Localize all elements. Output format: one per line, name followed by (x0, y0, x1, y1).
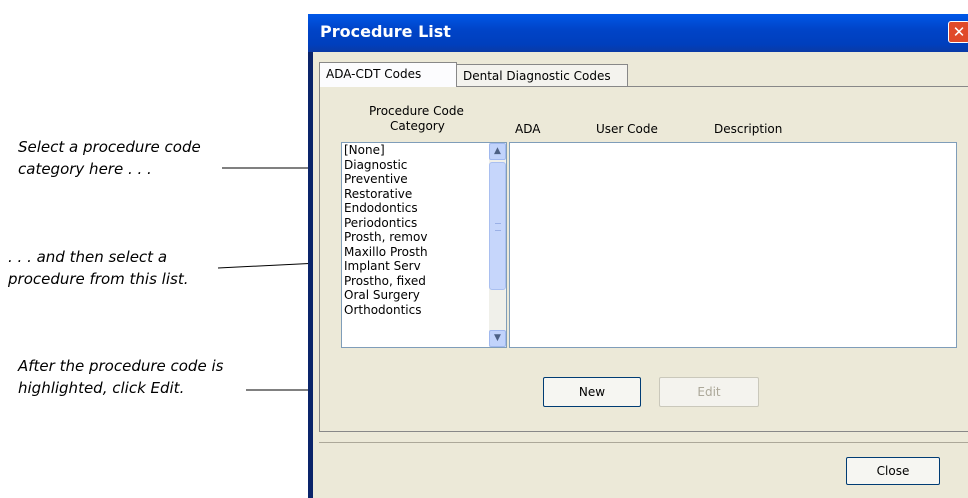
category-item[interactable]: [None] (344, 143, 428, 158)
scroll-thumb[interactable] (489, 162, 506, 290)
close-icon[interactable]: ✕ (948, 21, 968, 43)
column-header-ada[interactable]: ADA (515, 122, 540, 136)
close-button[interactable]: Close (846, 457, 940, 485)
category-item[interactable]: Prostho, fixed (344, 274, 428, 289)
category-item[interactable]: Preventive (344, 172, 428, 187)
category-item[interactable]: Orthodontics (344, 303, 428, 318)
column-header-description[interactable]: Description (714, 122, 782, 136)
category-label-line2: Category (390, 119, 445, 133)
category-listbox[interactable]: [None] Diagnostic Preventive Restorative… (341, 142, 507, 348)
category-item[interactable]: Implant Serv (344, 259, 428, 274)
tab-dental-diagnostic-codes[interactable]: Dental Diagnostic Codes (456, 64, 628, 86)
new-button[interactable]: New (543, 377, 641, 407)
category-item[interactable]: Periodontics (344, 216, 428, 231)
tab-ada-cdt-codes[interactable]: ADA-CDT Codes (319, 62, 457, 87)
annotation-select-category: Select a procedure code category here . … (18, 138, 201, 178)
edit-button[interactable]: Edit (659, 377, 759, 407)
scroll-up-icon[interactable]: ▲ (489, 143, 506, 160)
title-bar[interactable]: Procedure List ✕ (308, 14, 968, 52)
procedure-listbox[interactable] (509, 142, 957, 348)
separator (319, 442, 968, 443)
column-header-user-code[interactable]: User Code (596, 122, 658, 136)
procedure-list-window: Procedure List ✕ ADA-CDT Codes Dental Di… (308, 14, 968, 498)
category-label-line1: Procedure Code (369, 104, 464, 118)
category-item[interactable]: Prosth, remov (344, 230, 428, 245)
category-item[interactable]: Oral Surgery (344, 288, 428, 303)
grip-icon (495, 223, 501, 231)
annotation-select-procedure: . . . and then select a procedure from t… (8, 248, 189, 288)
dialog-client-area: ADA-CDT Codes Dental Diagnostic Codes Pr… (313, 52, 968, 498)
category-scrollbar[interactable]: ▲ ▼ (489, 143, 506, 347)
scroll-down-icon[interactable]: ▼ (489, 330, 506, 347)
category-item[interactable]: Maxillo Prosth (344, 245, 428, 260)
category-items: [None] Diagnostic Preventive Restorative… (344, 143, 428, 317)
category-item[interactable]: Endodontics (344, 201, 428, 216)
annotation-click-edit: After the procedure code is highlighted,… (18, 357, 224, 397)
category-item[interactable]: Diagnostic (344, 158, 428, 173)
window-title: Procedure List (320, 22, 451, 41)
category-item[interactable]: Restorative (344, 187, 428, 202)
